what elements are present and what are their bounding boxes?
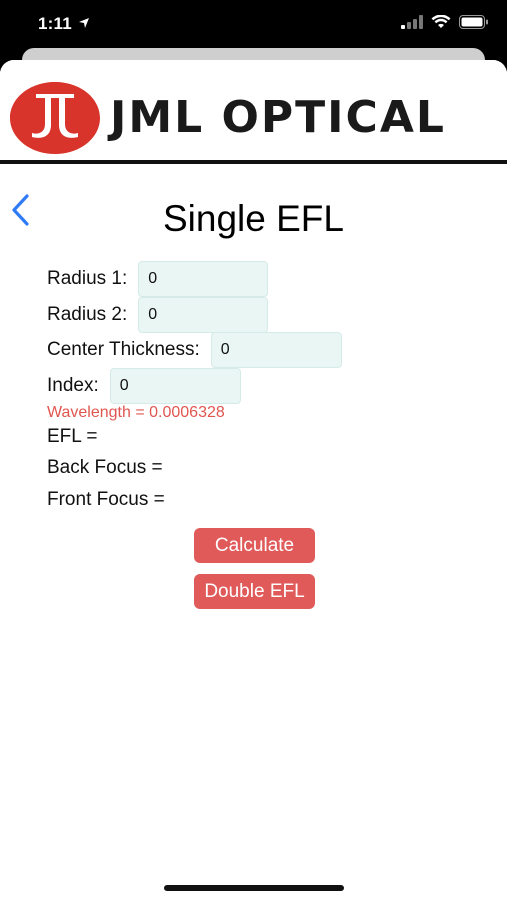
page-title: Single EFL: [163, 198, 344, 239]
index-input[interactable]: [109, 368, 241, 404]
battery-icon: [459, 15, 489, 34]
radius1-label: Radius 1:: [47, 268, 128, 289]
header-divider: [0, 160, 507, 164]
radius1-row: Radius 1:: [47, 261, 269, 297]
calculate-button[interactable]: Calculate: [194, 528, 315, 563]
status-bar: 1:11: [0, 0, 507, 48]
index-label: Index:: [47, 375, 99, 396]
status-icons: [401, 14, 489, 34]
radius1-input[interactable]: [138, 261, 269, 297]
radius2-input[interactable]: [138, 297, 269, 333]
status-time: 1:11: [38, 14, 72, 33]
front-focus-result: Front Focus =: [47, 489, 165, 510]
app-sheet: JML OPTICAL Single EFL Radius 1: Radius …: [0, 60, 507, 900]
thickness-row: Center Thickness:: [47, 332, 342, 368]
thickness-label: Center Thickness:: [47, 339, 200, 360]
wifi-icon: [431, 14, 451, 34]
jml-logo-mark: [8, 80, 102, 161]
brand-name: JML OPTICAL: [110, 92, 446, 143]
efl-result: EFL =: [47, 426, 98, 447]
home-indicator: [164, 885, 344, 891]
radius2-row: Radius 2:: [47, 297, 269, 333]
radius2-label: Radius 2:: [47, 304, 128, 325]
thickness-input[interactable]: [210, 332, 342, 368]
back-focus-result: Back Focus =: [47, 457, 163, 478]
double-efl-button[interactable]: Double EFL: [194, 574, 315, 609]
cellular-signal-icon: [401, 15, 423, 34]
header-banner: JML OPTICAL: [0, 60, 507, 162]
location-arrow-icon: [78, 16, 90, 34]
index-row: Index:: [47, 368, 241, 404]
wavelength-note: Wavelength = 0.0006328: [47, 404, 225, 421]
